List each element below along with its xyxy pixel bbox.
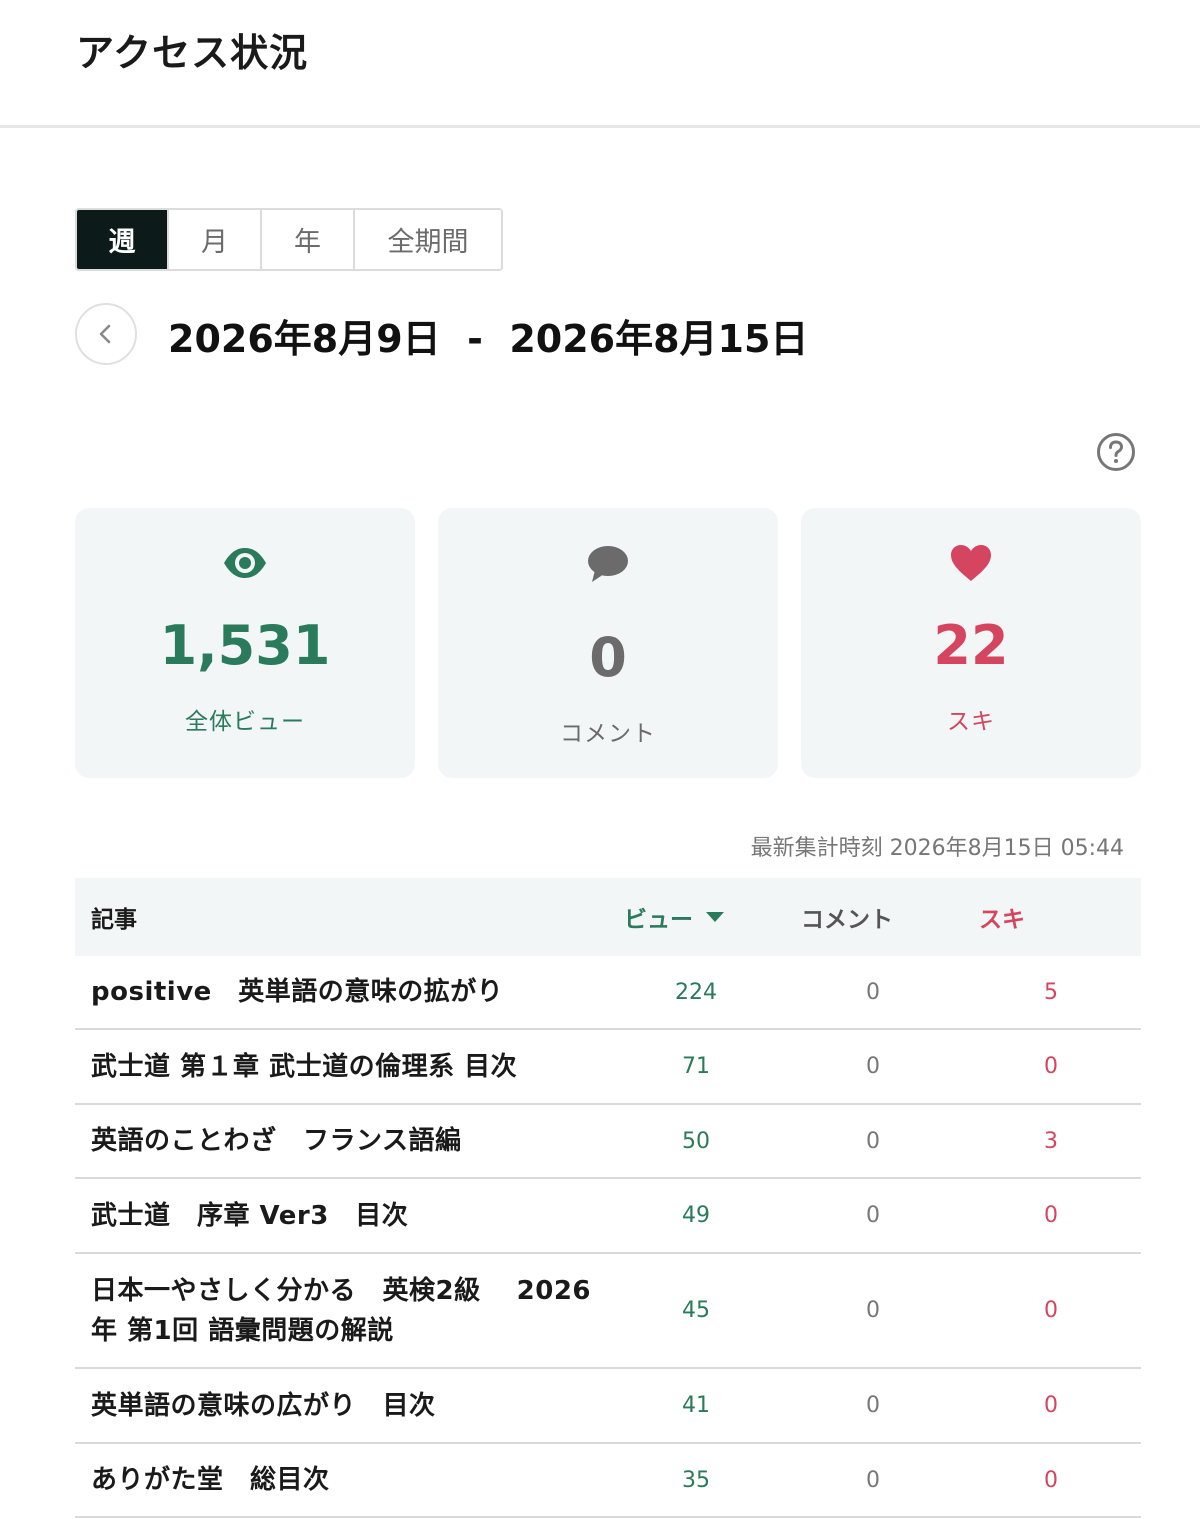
row-comments: 0: [866, 1054, 880, 1079]
tab-all-time[interactable]: 全期間: [355, 210, 501, 269]
table-header: 記事 ビュー コメント スキ: [75, 878, 1141, 956]
row-views: 45: [682, 1298, 710, 1323]
comments-card: 0 コメント: [438, 508, 778, 778]
tab-month[interactable]: 月: [169, 210, 262, 269]
article-title[interactable]: ありがた堂 総目次: [91, 1444, 601, 1516]
row-comments: 0: [866, 1467, 880, 1493]
row-likes: 0: [1044, 1298, 1058, 1323]
row-likes: 0: [1044, 1203, 1058, 1228]
row-likes: 0: [1044, 1393, 1058, 1418]
views-total: 1,531: [159, 614, 331, 677]
period-tabs: 週 月 年 全期間: [75, 208, 503, 271]
comments-label: コメント: [560, 721, 656, 747]
row-likes: 0: [1044, 1054, 1058, 1079]
header-views-label: ビュー: [624, 907, 693, 933]
row-comments: 0: [866, 1128, 880, 1154]
likes-label: スキ: [947, 709, 995, 735]
row-comments: 0: [866, 1298, 880, 1323]
table-row[interactable]: 日本一やさしく分かる 英検2級 2026年 第1回 語彙問題の解説 45 0 0: [75, 1254, 1141, 1369]
table-row[interactable]: positive 英単語の意味の拡がり 224 0 5: [75, 956, 1141, 1030]
header-comments[interactable]: コメント: [801, 878, 893, 956]
articles-table: 記事 ビュー コメント スキ positive 英単語の意味の拡がり 224 0…: [75, 878, 1141, 1518]
help-icon[interactable]: [1096, 432, 1136, 472]
tab-week[interactable]: 週: [77, 210, 169, 269]
comment-bubble-icon: [438, 544, 778, 584]
article-title[interactable]: 英語のことわざ フランス語編: [91, 1105, 601, 1177]
likes-card: 22 スキ: [801, 508, 1141, 778]
row-likes: 3: [1044, 1128, 1058, 1154]
row-views: 49: [682, 1203, 710, 1228]
article-title[interactable]: 日本一やさしく分かる 英検2級 2026年 第1回 語彙問題の解説: [91, 1254, 601, 1367]
sort-down-icon: [706, 912, 724, 922]
table-row[interactable]: 英単語の意味の広がり 目次 41 0 0: [75, 1369, 1141, 1444]
article-title[interactable]: 武士道 第１章 武士道の倫理系 目次: [91, 1030, 601, 1103]
likes-total: 22: [933, 614, 1009, 677]
article-title[interactable]: 英単語の意味の広がり 目次: [91, 1369, 601, 1442]
row-comments: 0: [866, 1393, 880, 1418]
tab-year[interactable]: 年: [262, 210, 355, 269]
chevron-left-icon: [99, 324, 111, 344]
row-views: 50: [682, 1128, 710, 1154]
row-comments: 0: [866, 979, 880, 1005]
table-row[interactable]: 英語のことわざ フランス語編 50 0 3: [75, 1105, 1141, 1179]
header-views-sort[interactable]: ビュー: [624, 878, 725, 956]
heart-icon: [801, 544, 1141, 582]
table-row[interactable]: ありがた堂 総目次 35 0 0: [75, 1444, 1141, 1518]
header-likes[interactable]: スキ: [979, 878, 1025, 956]
date-range: 2026年8月9日 - 2026年8月15日: [168, 317, 809, 361]
page-title: アクセス状況: [76, 31, 309, 75]
table-row[interactable]: 武士道 第１章 武士道の倫理系 目次 71 0 0: [75, 1030, 1141, 1105]
comments-total: 0: [589, 626, 627, 689]
table-row[interactable]: 武士道 序章 Ver3 目次 49 0 0: [75, 1179, 1141, 1254]
views-card: 1,531 全体ビュー: [75, 508, 415, 778]
header-article: 記事: [91, 907, 137, 933]
row-likes: 0: [1044, 1467, 1058, 1493]
article-title[interactable]: positive 英単語の意味の拡がり: [91, 956, 601, 1028]
row-views: 224: [675, 979, 717, 1005]
views-label: 全体ビュー: [185, 709, 305, 735]
previous-period-button[interactable]: [75, 303, 137, 365]
last-updated-timestamp: 最新集計時刻 2026年8月15日 05:44: [750, 836, 1124, 861]
row-likes: 5: [1044, 979, 1058, 1005]
row-comments: 0: [866, 1203, 880, 1228]
page-header: アクセス状況: [0, 0, 1200, 128]
eye-icon: [75, 546, 415, 580]
article-title[interactable]: 武士道 序章 Ver3 目次: [91, 1179, 601, 1252]
row-views: 35: [682, 1467, 710, 1493]
row-views: 41: [682, 1393, 710, 1418]
row-views: 71: [682, 1054, 710, 1079]
